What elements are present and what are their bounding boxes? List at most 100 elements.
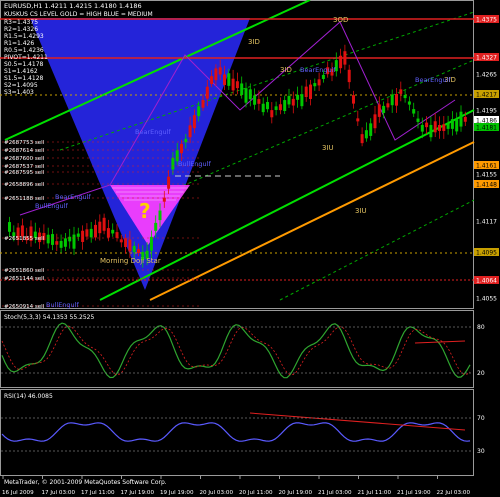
price-axis: 1.43751.43271.42651.42171.41951.41861.41… [474,15,499,303]
candle-body [46,234,50,244]
candle-body [450,119,454,129]
candle-body [446,123,450,129]
candle-body [128,239,132,252]
candle-body [124,238,128,247]
candle-body [218,67,222,75]
candle-body [223,74,226,86]
pivot-label: S1.5=1.4128 [4,75,44,82]
candle-body [274,106,278,110]
pivot-label: S3=1.403 [4,89,34,96]
candle-body [373,114,377,129]
label-morning-doji: Morning Doji Star [100,257,161,265]
candle-body [235,81,239,89]
label-3od: 3OD [333,16,348,24]
sell-order-label: #2651144 sell [4,276,45,282]
candle-body [72,234,76,249]
rsi-panel-frame [0,389,474,476]
candle-body [162,197,166,202]
candle-body [201,99,205,108]
candle-body [81,230,85,242]
candle-body [8,222,11,232]
price-chart[interactable]: EURUSD,H1 1.4211 1.4215 1.4180 1.4186 KU… [0,0,500,497]
time-tick-label: 16 Jul 2009 [2,490,34,496]
candle-body [356,118,360,122]
candle-body [106,228,110,238]
label-bull-engulf-2: BullEngulf [35,202,68,210]
candle-body [459,111,463,127]
label-bear-engulf-low: BearEngulf [55,193,91,201]
candle-body [111,229,115,234]
label-3iu-bottom: 3IU [355,207,367,215]
price-tick-label: 1.4117 [476,219,497,226]
candle-body [20,225,24,237]
label-3id-mid: 3ID [280,66,292,74]
price-tick-label: 1.4064 [476,278,497,285]
price-tick-label: 1.4327 [476,55,497,62]
sell-order-label: #2650914 sell [4,304,45,310]
candle-body [149,236,153,251]
candle-body [55,241,59,245]
price-tick-label: 1.4217 [476,92,497,99]
candle-body [257,99,261,104]
label-bear-engulf-right: BearEngulf [415,76,451,84]
candle-body [115,232,119,238]
candle-body [76,233,80,237]
pivot-label: R3=1.4375 [4,19,38,26]
time-tick-label: 20 Jul 11:00 [239,490,273,496]
candle-body [63,238,67,247]
candle-body [347,69,351,83]
rsi-title: RSI(14) 46.0085 [4,393,53,400]
candle-body [321,74,325,79]
candle-body [278,104,282,111]
pivot-label: R1=1.426 [4,40,34,47]
pivot-label: PIVOT=1.4211 [4,54,48,61]
candle-body [339,55,343,69]
candle-body [433,121,437,133]
pivot-label: S2=1.4095 [4,82,38,89]
pivot-label: S0.5=1.4178 [4,61,44,68]
candle-body [188,125,192,138]
label-3id-top: 3ID [248,38,260,46]
candle-body [137,249,140,254]
price-tick-label: 1.4161 [476,163,497,170]
candle-body [304,86,308,97]
sell-order-label: #2687600 sell [4,156,45,162]
stoch-title: Stoch(5,3,3) 54.1353 55.2525 [4,314,95,321]
price-tick-label: 1.4095 [476,250,497,257]
question-mark-icon: ? [139,199,151,223]
copyright-footer: MetaTrader, © 2001-2009 MetaQuotes Softw… [4,479,167,486]
candle-body [296,94,300,100]
candle-body [184,138,188,143]
candle-body [167,176,171,189]
candle-body [407,101,411,105]
candle-body [85,229,89,237]
stoch-axis-20: 20 [477,370,485,377]
candle-body [455,119,459,132]
candle-body [51,234,54,245]
candle-body [403,94,407,99]
candle-body [244,88,248,103]
price-tick-label: 1.4155 [476,172,497,179]
candle-body [317,79,321,86]
pivot-label: R0.5=1.4236 [4,47,44,54]
sell-order-label: #2651855 sell [4,236,45,242]
rsi-axis-70: 70 [477,415,485,422]
stoch-axis-80: 80 [477,324,485,331]
candle-body [395,93,398,106]
candle-body [438,124,441,131]
candle-body [291,98,295,106]
candle-body [382,105,386,114]
pivot-label: R2=1.4326 [4,26,38,33]
price-tick-label: 1.4265 [476,72,497,79]
candle-body [300,94,304,107]
sell-order-label: #2651860 sell [4,268,45,274]
candle-body [386,103,390,108]
candle-body [399,89,403,94]
sell-order-label: #2687614 sell [4,148,45,154]
candle-body [94,224,97,238]
label-3iu-low: 3IU [322,144,334,152]
candle-body [180,143,183,154]
label-bull-engulf-1: BullEngulf [178,160,211,168]
price-tick-label: 1.4148 [476,182,497,189]
candle-body [197,106,201,117]
